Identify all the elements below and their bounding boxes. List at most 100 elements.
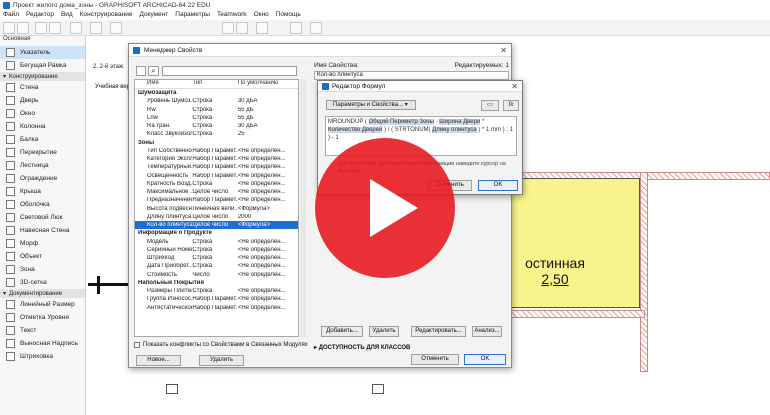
toolbox-item[interactable]: Штриховка: [0, 350, 85, 363]
property-row[interactable]: Предназначение Набор Парамет... <Не опреде…: [135, 196, 298, 204]
property-row[interactable]: Температурный... Набор Парамет... <Не опре…: [135, 163, 298, 171]
toolbox-item[interactable]: 3D-сетка: [0, 276, 85, 289]
room-zone[interactable]: [510, 178, 640, 308]
menu-item[interactable]: Вид: [61, 11, 73, 20]
toolbox-section-header[interactable]: ▾ Конструирование: [0, 72, 85, 81]
column-name[interactable]: Имя: [135, 80, 192, 88]
wall-right[interactable]: [640, 172, 648, 372]
property-group-row[interactable]: Зоны: [135, 139, 298, 147]
function-button[interactable]: fx: [503, 100, 519, 111]
toolbox-section-header[interactable]: ▾ Документирование: [0, 289, 85, 298]
close-icon[interactable]: ✕: [500, 46, 507, 55]
view-3d-icon[interactable]: [290, 22, 302, 34]
new-button[interactable]: Новое...: [136, 355, 181, 366]
property-group-row[interactable]: Напольные Покрытия: [135, 279, 298, 287]
wall-bottom[interactable]: [505, 310, 645, 318]
column-default[interactable]: По умолчанию: [238, 80, 298, 88]
menu-item[interactable]: Документ: [139, 11, 168, 20]
pen-weight-icon[interactable]: [110, 22, 122, 34]
snap-icon[interactable]: [222, 22, 234, 34]
toolbox-item[interactable]: Морф: [0, 237, 85, 250]
property-group-row[interactable]: Шумозащита: [135, 89, 298, 97]
guide-icon[interactable]: [256, 22, 268, 34]
class-availability-section[interactable]: ▸ ДОСТУПНОСТЬ ДЛЯ КЛАССОВ: [314, 344, 410, 351]
toolbox-item[interactable]: Колонна: [0, 120, 85, 133]
property-row[interactable]: Тип Собственно... Набор Парамет... <Не опр…: [135, 147, 298, 155]
property-row[interactable]: Класс Звукоизол...Строка 25: [135, 130, 298, 138]
toolbox-item[interactable]: Крыша: [0, 185, 85, 198]
toolbox-item[interactable]: Световой Люк: [0, 211, 85, 224]
menu-item[interactable]: Редактор: [26, 11, 54, 20]
toolbox-tab[interactable]: Основная: [0, 36, 85, 46]
layer-icon[interactable]: [90, 22, 102, 34]
redo-icon[interactable]: [17, 22, 29, 34]
play-button[interactable]: [315, 138, 455, 278]
property-name-field[interactable]: Кол-во плинтуса: [314, 71, 509, 80]
formula-ok-button[interactable]: OK: [478, 180, 518, 191]
menu-item[interactable]: Окно: [254, 11, 269, 20]
toolbox-item[interactable]: Объект: [0, 250, 85, 263]
list-scrollbar[interactable]: [300, 79, 306, 337]
property-row[interactable]: Размеры Плитки Строка <Не определен...: [135, 287, 298, 295]
pencil-icon[interactable]: [35, 22, 47, 34]
cancel-button[interactable]: Отменить: [411, 354, 459, 365]
formula-param[interactable]: Общий Периметр Зоны: [368, 119, 434, 125]
toolbox-item[interactable]: Отметка Уровня: [0, 311, 85, 324]
property-row[interactable]: Ra тран. Строка 30 дБА: [135, 122, 298, 130]
menu-item[interactable]: Teamwork: [217, 11, 247, 20]
property-row[interactable]: Модель Строка <Не определен...: [135, 238, 298, 246]
analyze-button[interactable]: Анализ...: [472, 326, 502, 337]
zoom-icon[interactable]: [310, 22, 322, 34]
add-button[interactable]: Добавить...: [321, 326, 363, 337]
property-row[interactable]: Lnw Строка 55 дБ: [135, 114, 298, 122]
close-icon[interactable]: ✕: [511, 82, 518, 91]
keyboard-icon[interactable]: ▭: [481, 100, 499, 111]
menu-item[interactable]: Файл: [3, 11, 19, 20]
toolbox-item[interactable]: Перекрытие: [0, 146, 85, 159]
property-row[interactable]: Длину плинтуса Целое число 2000: [135, 213, 298, 221]
formula-param[interactable]: Длину плинтуса: [432, 127, 477, 133]
property-row[interactable]: Высота подвесн... Линейная вели... <Формул…: [135, 205, 298, 213]
search-icon[interactable]: ⌕: [148, 66, 159, 76]
conflicts-option[interactable]: Показать конфликты со Свойствами в Связа…: [134, 342, 308, 348]
list-view-icon[interactable]: [136, 66, 146, 76]
menu-item[interactable]: Конструирование: [80, 11, 133, 20]
search-input[interactable]: [162, 66, 297, 76]
property-row[interactable]: Серийный Номер Строка <Не определен...: [135, 246, 298, 254]
toolbox-item[interactable]: Выносная Надпись: [0, 337, 85, 350]
toolbox-item[interactable]: Стена: [0, 81, 85, 94]
property-group-row[interactable]: Информация о Продукте: [135, 229, 298, 237]
pick-icon[interactable]: [49, 22, 61, 34]
property-list[interactable]: Имя Тип По умолчанию Шумозащита Уровень Ш…: [134, 79, 299, 337]
delete-button[interactable]: Удалить: [199, 355, 244, 366]
formula-param[interactable]: Ширина Двери: [439, 119, 481, 125]
property-row[interactable]: Дата Приобрет... Строка <Не определен...: [135, 262, 298, 270]
toolbox-item[interactable]: Указатель: [0, 46, 85, 59]
toolbox-item[interactable]: Линейный Размер: [0, 298, 85, 311]
toolbox-item[interactable]: Ограждение: [0, 172, 85, 185]
property-row[interactable]: Кратность Возд... Строка <Не определен...: [135, 180, 298, 188]
property-row[interactable]: Штрихкод Строка <Не определен...: [135, 254, 298, 262]
edit-button[interactable]: Редактировать...: [411, 326, 466, 337]
formula-param[interactable]: Количество Дверей: [328, 127, 383, 133]
menu-item[interactable]: Параметры: [175, 11, 210, 20]
toolbox-item[interactable]: Зона: [0, 263, 85, 276]
grid-icon[interactable]: [236, 22, 248, 34]
toolbox-item[interactable]: Оболочка: [0, 198, 85, 211]
property-row[interactable]: Стоимость Число <Не определен...: [135, 271, 298, 279]
menu-item[interactable]: Помощь: [276, 11, 301, 20]
toolbox-item[interactable]: Окно: [0, 107, 85, 120]
toolbox-item[interactable]: Текст: [0, 324, 85, 337]
conflicts-checkbox[interactable]: [134, 342, 140, 348]
arrow-tool-icon[interactable]: [70, 22, 82, 34]
toolbox-item[interactable]: Бегущая Рамка: [0, 59, 85, 72]
property-row[interactable]: Rw Строка 55 дБ: [135, 106, 298, 114]
params-dropdown[interactable]: Параметры и Свойства... ▾: [326, 100, 416, 110]
undo-icon[interactable]: [3, 22, 15, 34]
property-row[interactable]: Группа Износос... Набор Парамет... <Не опр…: [135, 295, 298, 303]
property-row[interactable]: Уровень Шумоз... Строка 30 дБА: [135, 97, 298, 105]
property-row[interactable]: Категория Экспл...Набор Парамет...<Не оп…: [135, 155, 298, 163]
toolbox-item[interactable]: Лестница: [0, 159, 85, 172]
ok-button[interactable]: OK: [464, 354, 506, 365]
toolbox-item[interactable]: Навесная Стена: [0, 224, 85, 237]
